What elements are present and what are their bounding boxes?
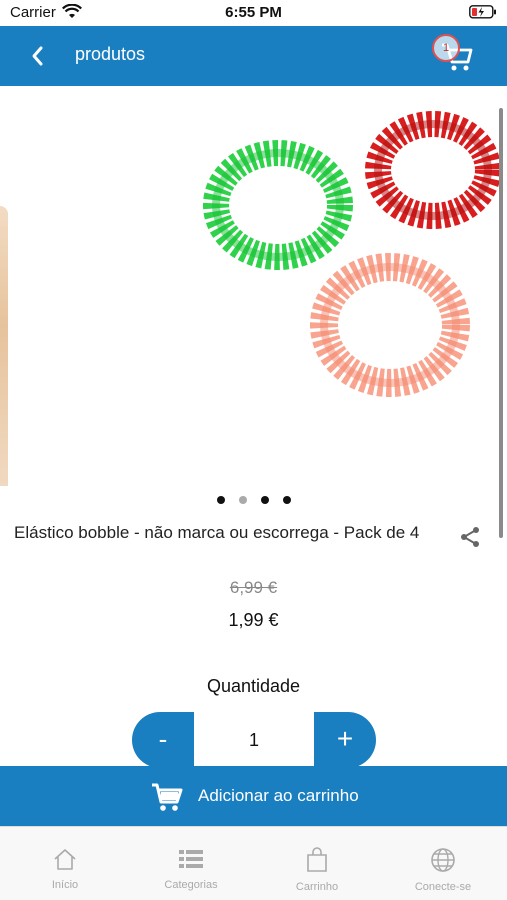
status-bar: Carrier 6:55 PM xyxy=(0,0,507,26)
back-arrow-icon[interactable] xyxy=(26,43,50,69)
quantity-value[interactable]: 1 xyxy=(194,712,314,768)
bottom-tab-bar: Início Categorias Carrinho Conecte-se xyxy=(0,826,507,900)
globe-icon xyxy=(431,848,455,872)
sale-price: 1,99 € xyxy=(228,610,279,630)
product-image-carousel[interactable] xyxy=(0,86,507,486)
tab-inicio[interactable]: Início xyxy=(2,827,128,900)
carousel-pagination xyxy=(0,491,507,509)
tab-label: Início xyxy=(51,879,79,891)
tab-categorias[interactable]: Categorias xyxy=(128,827,254,900)
top-nav-bar: produtos 1 xyxy=(0,26,507,86)
quantity-label: Quantidade xyxy=(206,676,301,696)
decrease-quantity-button[interactable]: - xyxy=(132,712,194,768)
carousel-dot-3[interactable] xyxy=(260,496,269,504)
tab-label: Carrinho xyxy=(295,881,339,893)
tab-conecte-se[interactable]: Conecte-se xyxy=(380,827,506,900)
clock: 6:55 PM xyxy=(225,4,282,21)
tab-label: Conecte-se xyxy=(414,881,472,893)
add-to-cart-button[interactable]: Adicionar ao carrinho xyxy=(0,766,507,826)
cart-icon xyxy=(152,783,183,811)
share-icon[interactable] xyxy=(458,525,482,549)
vertical-scrollbar[interactable] xyxy=(499,108,503,538)
page-title: produtos xyxy=(75,44,146,64)
cart-button[interactable]: 1 xyxy=(432,32,476,76)
carousel-dot-2[interactable] xyxy=(238,496,247,504)
tab-label: Categorias xyxy=(164,879,218,891)
carousel-dot-1[interactable] xyxy=(216,496,225,504)
bag-icon xyxy=(307,847,327,872)
product-image xyxy=(203,111,501,397)
product-title: Elástico bobble - não marca ou escorrega… xyxy=(14,523,420,542)
carousel-dot-4[interactable] xyxy=(282,496,291,504)
list-icon xyxy=(179,850,203,868)
cart-count-badge: 1 xyxy=(432,34,460,62)
battery-icon xyxy=(469,5,496,19)
tab-carrinho[interactable]: Carrinho xyxy=(254,827,380,900)
original-price: 6,99 € xyxy=(229,578,278,597)
add-to-cart-label: Adicionar ao carrinho xyxy=(198,786,359,805)
increase-quantity-button[interactable]: + xyxy=(314,712,376,768)
home-icon xyxy=(54,849,76,870)
